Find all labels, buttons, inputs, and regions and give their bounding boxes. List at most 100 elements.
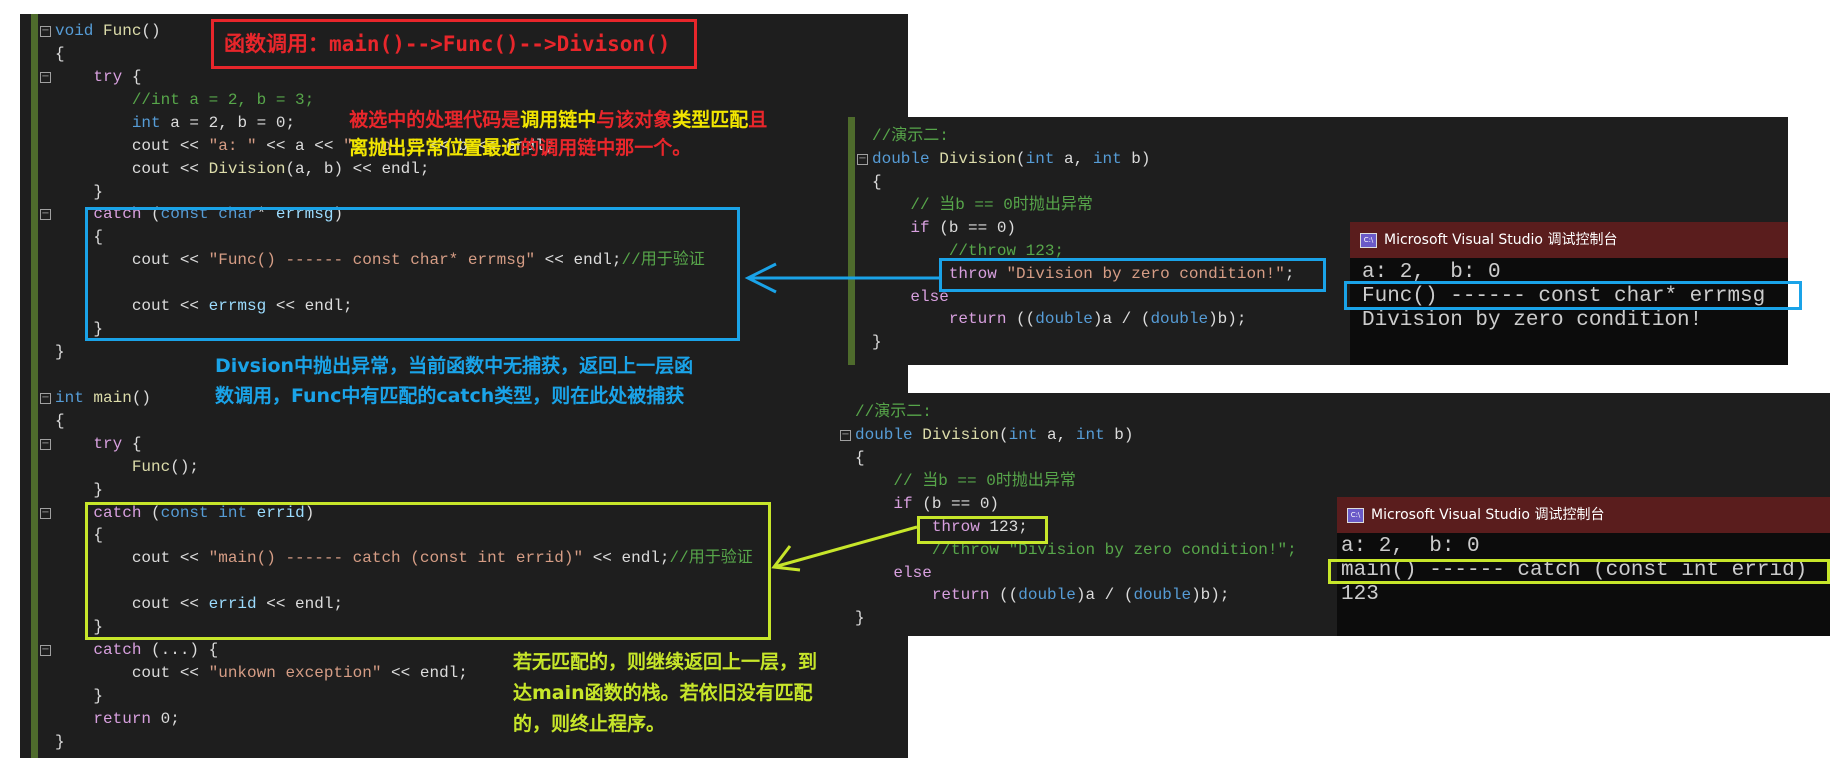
code-token: )a / ( — [1092, 310, 1151, 329]
code-token: if — [893, 494, 913, 513]
console-func-output-box — [1344, 281, 1802, 310]
code-token: )a / ( — [1075, 586, 1134, 605]
code-token: // 当b == 0时抛出异常 — [855, 471, 1076, 490]
code-line: } — [55, 685, 103, 708]
console-app-icon: C:\ — [1360, 233, 1377, 248]
code-token: } — [55, 732, 65, 751]
green-note-line-3: 的，则终止程序。 — [513, 713, 666, 735]
code-token: a = 2, b = 0; — [160, 113, 296, 132]
code-token: << a << — [256, 136, 344, 155]
code-line: return ((double)a / (double)b); — [855, 584, 1230, 607]
fold-toggle-icon[interactable]: − — [40, 209, 51, 221]
fold-toggle-icon[interactable]: − — [840, 429, 851, 441]
code-token: (( — [989, 586, 1019, 605]
code-token: (); — [170, 457, 200, 476]
code-token: Func — [131, 457, 171, 476]
code-token: { — [122, 434, 142, 453]
code-line: int a = 2, b = 0; — [55, 112, 295, 135]
call-chain-label: 函数调用：main()-->Func()-->Divison() — [224, 32, 671, 56]
fold-toggle-icon[interactable]: − — [40, 26, 51, 37]
console-title: Microsoft Visual Studio 调试控制台 — [1384, 232, 1618, 248]
blue-note-line-2: 数调用，Func中有匹配的catch类型，则在此处被捕获 — [215, 385, 685, 407]
code-line: return 0; — [55, 708, 180, 731]
fold-toggle-icon[interactable]: − — [40, 438, 51, 450]
code-line: else — [855, 562, 932, 585]
code-token: << endl; — [381, 664, 468, 683]
code-token: try — [93, 434, 123, 453]
code-token: void — [55, 22, 94, 40]
console-title-bar: C:\ Microsoft Visual Studio 调试控制台 — [1350, 222, 1788, 258]
code-token: return — [93, 709, 152, 728]
throw-int-highlight-box — [917, 516, 1048, 544]
code-token: a, — [1037, 425, 1076, 444]
code-token: if — [910, 218, 930, 237]
fold-toggle-icon[interactable]: − — [857, 153, 868, 165]
code-token: { — [855, 448, 865, 467]
throw-string-highlight-box — [939, 258, 1326, 292]
code-token: return — [948, 310, 1007, 329]
code-token: Division — [208, 159, 286, 178]
code-token: double — [1018, 586, 1076, 605]
code-line: catch (...) { — [55, 639, 218, 662]
code-token: "unkown exception" — [208, 664, 382, 683]
code-token: catch — [93, 641, 142, 660]
code-token: cout << — [55, 664, 209, 683]
code-line: } — [55, 341, 65, 364]
code-token: ( — [1016, 149, 1026, 168]
code-line: // 当b == 0时抛出异常 — [855, 470, 1076, 493]
change-gutter — [848, 117, 855, 365]
code-token: double — [855, 425, 913, 444]
code-token: { — [122, 67, 142, 86]
code-token: Func — [103, 22, 142, 40]
console-main-output-box — [1328, 559, 1830, 584]
code-token: } — [855, 609, 865, 628]
code-token: "a: " — [208, 136, 257, 155]
code-line: //int a = 2, b = 3; — [55, 89, 314, 112]
change-gutter — [31, 14, 38, 758]
code-token: () — [141, 22, 161, 40]
code-token: Division — [922, 425, 1000, 444]
code-token: try — [93, 67, 123, 86]
rule-text: 离抛出异常位置最近 — [349, 137, 521, 159]
fold-toggle-icon[interactable]: − — [40, 71, 51, 83]
code-line: if (b == 0) — [872, 217, 1016, 240]
code-token: // 当b == 0时抛出异常 — [872, 195, 1093, 214]
code-line: { — [55, 43, 65, 66]
fold-toggle-icon[interactable]: − — [40, 645, 51, 657]
code-token: 0; — [151, 709, 180, 728]
code-line: int main() — [55, 387, 151, 410]
code-token: double — [1150, 310, 1209, 329]
code-token: )b); — [1191, 586, 1230, 605]
rule-text: 的调用链中那一个。 — [520, 137, 692, 159]
code-token: //演示二: — [872, 127, 949, 145]
code-token: int — [1025, 149, 1055, 168]
code-token: { — [55, 411, 65, 430]
code-token: } — [55, 343, 65, 362]
code-token: else — [893, 563, 932, 582]
code-line: void Func() — [55, 20, 161, 43]
code-token: int — [1092, 149, 1122, 168]
code-token: int — [131, 113, 161, 132]
console-title: Microsoft Visual Studio 调试控制台 — [1371, 507, 1605, 523]
code-token: { — [55, 44, 65, 63]
code-token: double — [1133, 586, 1192, 605]
code-token: int — [1075, 425, 1105, 444]
code-token: double — [1035, 310, 1093, 329]
code-token: } — [872, 333, 882, 352]
code-line: return ((double)a / (double)b); — [872, 308, 1247, 331]
fold-toggle-icon[interactable]: − — [40, 392, 51, 404]
code-token: a, — [1054, 149, 1093, 168]
code-line: double Division(int a, int b) — [855, 424, 1133, 447]
fold-toggle-icon[interactable]: − — [40, 507, 51, 519]
rule-note-line-2: 离抛出异常位置最近的调用链中那一个。 — [336, 102, 691, 164]
code-token: ( — [999, 425, 1009, 444]
code-token: int — [1008, 425, 1038, 444]
